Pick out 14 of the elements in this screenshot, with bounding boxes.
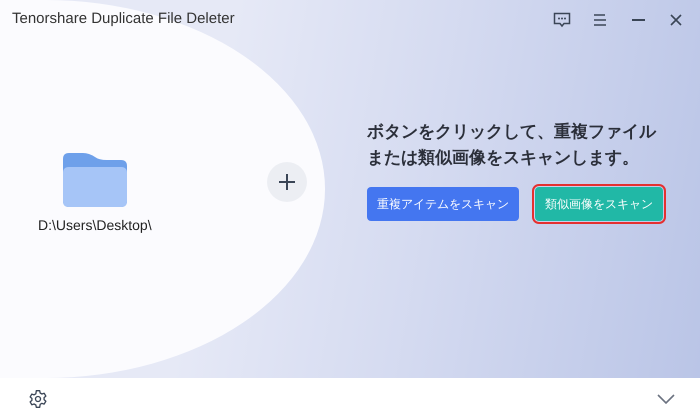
scan-button[interactable]: 類似画像をスキャン xyxy=(535,187,663,221)
folder-icon xyxy=(62,152,127,206)
close-icon xyxy=(670,14,682,26)
chevron-down-icon xyxy=(657,394,675,404)
add-folder-button[interactable] xyxy=(267,162,307,202)
settings-icon xyxy=(28,389,48,409)
folder-path: D:\Users\Desktop\ xyxy=(38,216,152,232)
minimize-icon xyxy=(632,19,644,21)
menu-icon xyxy=(593,14,607,26)
plus-icon xyxy=(278,172,296,190)
chat-icon xyxy=(553,12,571,28)
instruction-text: ボタンをクリックして、重複ファイルまたは類似画像をスキャンします。 xyxy=(367,121,657,170)
window-title: Tenorshare Duplicate File Deleter xyxy=(11,9,236,27)
scan-button[interactable]: 重複アイテムをスキャン xyxy=(367,187,519,221)
